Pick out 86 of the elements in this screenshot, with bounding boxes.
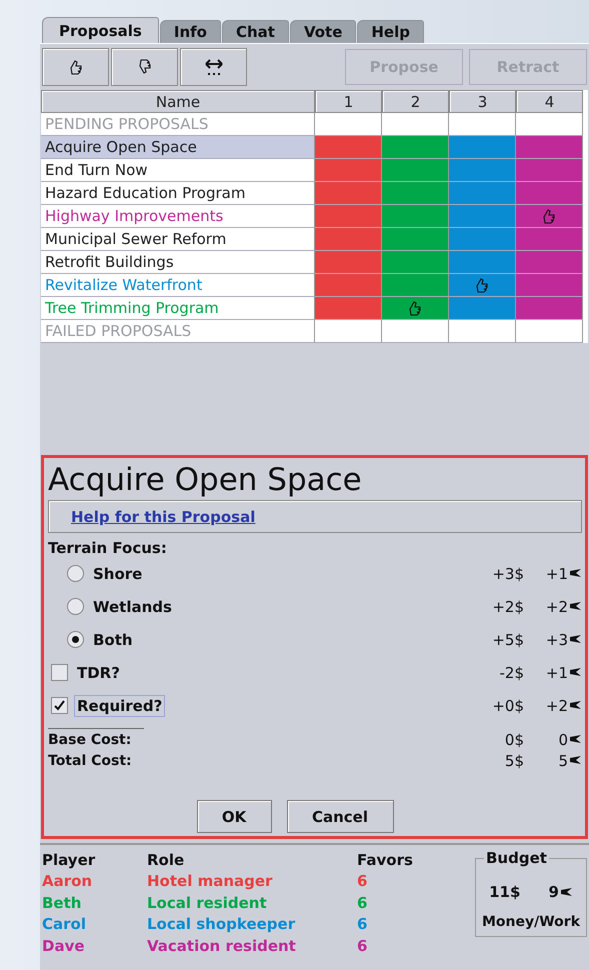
cost-label: Base Cost:	[48, 732, 132, 748]
work-icon	[569, 701, 582, 710]
work-value: 5	[558, 752, 568, 770]
proposal-name-cell[interactable]: Highway Improvements	[41, 205, 315, 228]
player-role: Local resident	[147, 894, 268, 912]
radio-button[interactable]	[67, 565, 84, 582]
column-header: Favors	[357, 850, 414, 869]
player-name: Aaron	[42, 872, 94, 890]
tab[interactable]: Info	[160, 20, 221, 43]
option-label: Shore	[92, 564, 144, 584]
work-value: 0	[558, 730, 568, 748]
player-favors: 6	[357, 894, 368, 912]
proposal-name-cell[interactable]: Retrofit Buildings	[41, 251, 315, 274]
dialog-button[interactable]: OK	[196, 800, 272, 833]
check-mark-icon	[54, 700, 65, 711]
swap-button[interactable]	[180, 48, 247, 86]
money-value: 0$	[504, 730, 524, 748]
radio-button[interactable]	[67, 631, 84, 648]
work-icon	[569, 635, 582, 644]
thumbs-up-icon	[68, 58, 82, 76]
work-icon	[560, 888, 573, 896]
help-link[interactable]: Help for this Proposal	[71, 508, 256, 526]
checkbox[interactable]	[51, 664, 68, 681]
tab[interactable]: Vote	[290, 20, 356, 43]
column-header: Player	[42, 850, 96, 869]
player-favors: 6	[357, 915, 368, 934]
column-header: 3	[449, 90, 516, 113]
player-name: Carol	[42, 915, 87, 934]
work-value: 9	[548, 883, 559, 901]
option-label: Wetlands	[92, 596, 173, 618]
thumbs-down-icon	[138, 58, 152, 76]
work-icon	[569, 569, 582, 578]
swap-arrows-icon	[204, 58, 224, 76]
column-header: 1	[315, 90, 382, 113]
work-value: +1	[546, 564, 568, 582]
thumbs-up-icon	[542, 207, 556, 225]
column-header: 4	[516, 90, 583, 113]
work-icon	[569, 756, 582, 765]
tab[interactable]: Proposals	[42, 17, 159, 43]
money-value: +2$	[491, 598, 524, 616]
column-header: 2	[382, 90, 449, 113]
vote-yes-button[interactable]	[42, 48, 109, 86]
radio-button[interactable]	[67, 598, 84, 615]
group-header: PENDING PROPOSALS	[41, 113, 315, 136]
dialog-button[interactable]: Cancel	[286, 800, 394, 833]
work-icon	[569, 735, 582, 744]
section-label: Terrain Focus:	[48, 538, 168, 557]
proposal-name-cell[interactable]: Hazard Education Program	[41, 182, 315, 205]
proposal-name-cell[interactable]: Municipal Sewer Reform	[41, 228, 315, 251]
money-value: 11$	[489, 883, 520, 901]
player-role: Vacation resident	[147, 936, 297, 955]
tab[interactable]: Chat	[222, 20, 289, 43]
checkbox[interactable]	[51, 697, 68, 714]
player-favors: 6	[357, 936, 368, 955]
group-header: FAILED PROPOSALS	[41, 320, 315, 343]
column-header: Role	[147, 850, 186, 869]
tab[interactable]: Help	[357, 20, 424, 43]
player-role: Hotel manager	[147, 872, 274, 890]
budget-title: Budget	[485, 849, 548, 867]
thumbs-up-icon	[475, 276, 489, 294]
proposal-name-cell[interactable]: End Turn Now	[41, 159, 315, 182]
player-favors: 6	[357, 872, 368, 890]
player-name: Dave	[42, 936, 86, 955]
player-name: Beth	[42, 894, 82, 912]
budget-caption: Money/Work	[482, 914, 580, 930]
cost-label: Total Cost:	[48, 752, 132, 768]
work-icon	[569, 602, 582, 611]
proposal-title: Acquire Open Space	[48, 461, 363, 500]
column-header: Name	[41, 90, 315, 113]
money-value: 5$	[504, 752, 524, 770]
money-value: +5$	[491, 630, 524, 648]
work-icon	[569, 668, 582, 677]
work-value: +1	[546, 664, 568, 682]
money-value: +0$	[491, 696, 524, 714]
option-label: Both	[92, 630, 134, 650]
option-label: TDR?	[76, 662, 121, 684]
money-value: -2$	[498, 664, 524, 682]
player-role: Local shopkeeper	[147, 915, 296, 934]
work-value: +2	[546, 696, 568, 714]
thumbs-up-icon	[408, 299, 422, 317]
work-value: +3	[546, 630, 568, 648]
proposal-name-cell[interactable]: Revitalize Waterfront	[41, 274, 315, 297]
proposal-name-cell[interactable]: Acquire Open Space	[41, 136, 315, 159]
option-label: Required?	[74, 694, 166, 716]
work-value: +2	[546, 598, 568, 616]
money-value: +3$	[491, 564, 524, 582]
